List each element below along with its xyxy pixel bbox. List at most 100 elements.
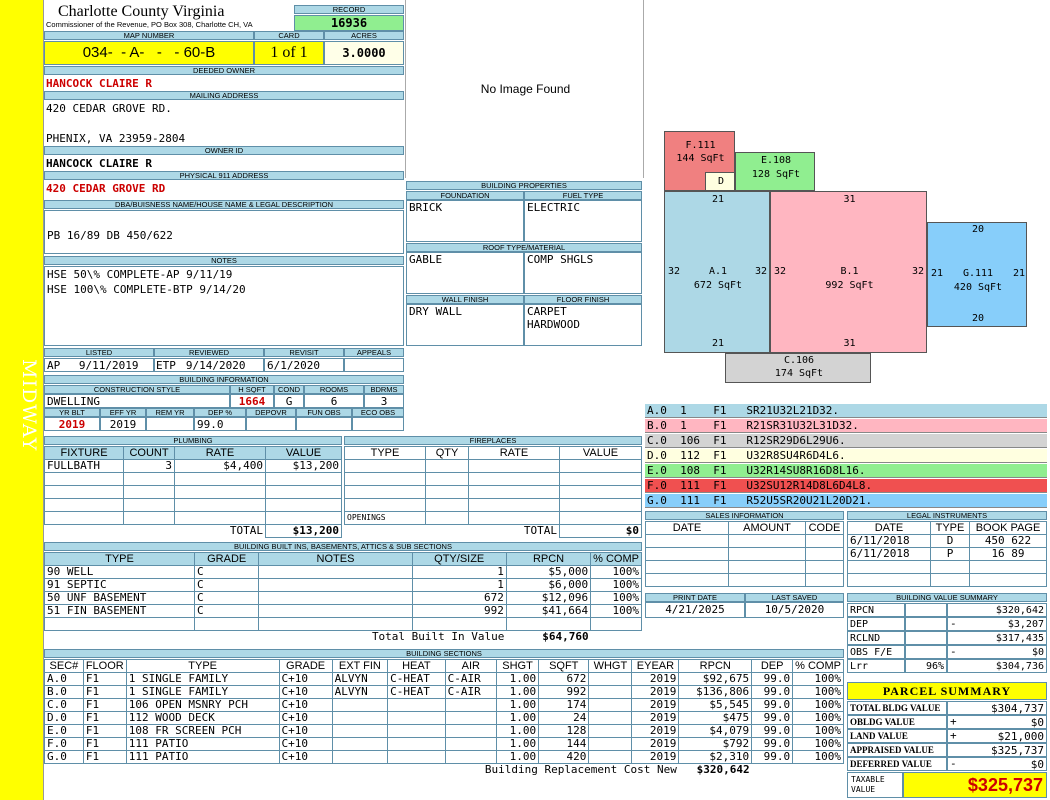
builtin-notes <box>258 565 413 579</box>
map-number-label: MAP NUMBER <box>44 31 254 40</box>
builtin-type: 90 WELL <box>44 565 195 579</box>
section-cell: C-AIR <box>444 672 497 686</box>
foundation-box: BRICK <box>406 200 524 242</box>
legal-book: 450 622 <box>969 534 1047 548</box>
section-cell <box>331 698 389 712</box>
fireplaces-label: FIREPLACES <box>344 436 642 445</box>
section-cell: 672 <box>538 672 590 686</box>
table-row <box>44 485 342 499</box>
section-cell <box>588 750 633 764</box>
section-cell: 1 SINGLE FAMILY <box>125 672 280 686</box>
table-row <box>44 617 642 631</box>
table-row <box>645 534 844 548</box>
section-cell: $792 <box>678 737 753 751</box>
card-label: CARD <box>254 31 324 40</box>
remyr-label: REM YR <box>146 408 194 417</box>
remyr-value <box>146 417 194 431</box>
legal-col-type: TYPE <box>930 521 970 535</box>
building-properties-label: BUILDING PROPERTIES <box>406 181 642 190</box>
section-cell: 2019 <box>631 698 680 712</box>
plumbing-table: FIXTURE COUNT RATE VALUE FULLBATH 3 $4,4… <box>44 446 342 538</box>
section-cell <box>444 711 497 725</box>
sales-col-amount: AMOUNT <box>728 521 806 535</box>
table-row: FULLBATH 3 $4,400 $13,200 <box>44 459 342 473</box>
section-cell: $136,806 <box>678 685 753 699</box>
table-row <box>645 573 844 587</box>
foundation-label: FOUNDATION <box>406 191 524 200</box>
builtin-type: 50 UNF BASEMENT <box>44 591 195 605</box>
sketch-e-label: E.108 <box>760 155 792 166</box>
section-cell: C.0 <box>44 698 84 712</box>
fuel-box: ELECTRIC <box>524 200 642 242</box>
table-row: TOTAL $0 <box>345 524 642 538</box>
sketch-g-sqft: 420 SqFt <box>953 282 1003 293</box>
value-summary-name: RCLND <box>847 631 905 645</box>
section-cell <box>387 711 446 725</box>
section-cell: G.0 <box>44 750 84 764</box>
fireplaces-openings-label: OPENINGS <box>344 511 426 525</box>
table-row: 50 UNF BASEMENT C 672 $12,096 100% <box>44 591 642 605</box>
table-row: C.0 F1 106 OPEN MSNRY PCH C+10 1.00 174 2019 $5… <box>44 698 844 712</box>
print-date: 4/21/2025 <box>645 602 745 618</box>
sketch-d-label: D <box>717 176 725 187</box>
ecoobs-value <box>352 417 404 431</box>
plumbing-col-count: COUNT <box>123 446 175 460</box>
builtins-col-rpcn: RPCN <box>505 552 592 566</box>
sketch-b-sqft: 992 SqFt <box>825 280 874 291</box>
sections-col-12: DEP <box>751 659 794 673</box>
wall-finish-label: WALL FINISH <box>406 295 524 304</box>
builtin-notes <box>258 604 413 618</box>
funobs-label: FUN OBS <box>296 408 352 417</box>
sketch-g-dim-left: 21 <box>931 268 944 279</box>
appeals-value <box>344 358 404 372</box>
construction-style: DWELLING <box>44 394 230 408</box>
roof-type-value: GABLE <box>409 253 443 266</box>
section-cell: C-HEAT <box>387 685 446 699</box>
roof-material-value: COMP SHGLS <box>527 253 594 266</box>
section-cell <box>331 724 389 738</box>
fuel-value: ELECTRIC <box>527 201 580 214</box>
owner-id-label: OWNER ID <box>44 146 404 155</box>
sections-total-label: Building Replacement Cost New <box>484 763 677 776</box>
mailing-line-1: 420 CEDAR GROVE RD. <box>46 102 172 115</box>
physical-address-label: PHYSICAL 911 ADDRESS <box>44 171 404 180</box>
section-cell: 1.00 <box>495 698 540 712</box>
sections-col-7: SHGT <box>495 659 540 673</box>
plumbing-col-fixture: FIXTURE <box>44 446 124 460</box>
legal-book: 16 89 <box>969 547 1047 561</box>
plumbing-value: $13,200 <box>265 459 342 473</box>
section-cell: 106 OPEN MSNRY PCH <box>125 698 280 712</box>
section-cell <box>588 724 633 738</box>
wall-finish-value: DRY WALL <box>409 305 462 318</box>
section-cell <box>387 737 446 751</box>
builtin-grade: C <box>193 604 260 618</box>
parcel-row-name: LAND VALUE <box>847 729 947 743</box>
builtin-rpcn: $6,000 <box>505 578 592 592</box>
builtins-col-type: TYPE <box>44 552 195 566</box>
last-saved-label: LAST SAVED <box>745 593 844 602</box>
floor-finish-box: CARPET HARDWOOD <box>524 304 642 346</box>
plumbing-fixture: FULLBATH <box>44 459 124 473</box>
sketch-e-sqft: 128 SqFt <box>751 169 801 180</box>
parcel-row-value: $21,000 <box>947 729 1047 743</box>
builtin-rpcn: $41,664 <box>505 604 592 618</box>
legal-instruments-label: LEGAL INSTRUMENTS <box>847 511 1047 520</box>
sales-col-code: CODE <box>805 521 844 535</box>
value-summary-name: OBS F/E <box>847 645 905 659</box>
section-cell: E.0 <box>44 724 84 738</box>
table-row: E.0 F1 108 FR SCREEN PCH C+10 1.00 128 2019 $4,… <box>44 724 844 738</box>
section-cell: 2019 <box>631 724 680 738</box>
revisit-label: REVISIT <box>264 348 344 357</box>
sketch-g-dim-right: 21 <box>1013 268 1026 279</box>
map-number: 034- - A- - - 60-B <box>44 41 254 65</box>
parcel-row-name: DEFERRED VALUE <box>847 757 947 771</box>
print-date-label: PRINT DATE <box>645 593 745 602</box>
section-cell: 99.0 <box>751 737 794 751</box>
builtins-label: BUILDING BUILT INS, BASEMENTS, ATTICS & … <box>44 542 642 551</box>
sketch-area-b: B.1 992 SqFt 31 32 32 31 <box>770 191 927 353</box>
section-cell <box>588 737 633 751</box>
physical-address: 420 CEDAR GROVE RD <box>46 182 166 195</box>
section-cell: F1 <box>82 698 127 712</box>
section-cell <box>444 750 497 764</box>
builtin-qty: 672 <box>411 591 507 605</box>
